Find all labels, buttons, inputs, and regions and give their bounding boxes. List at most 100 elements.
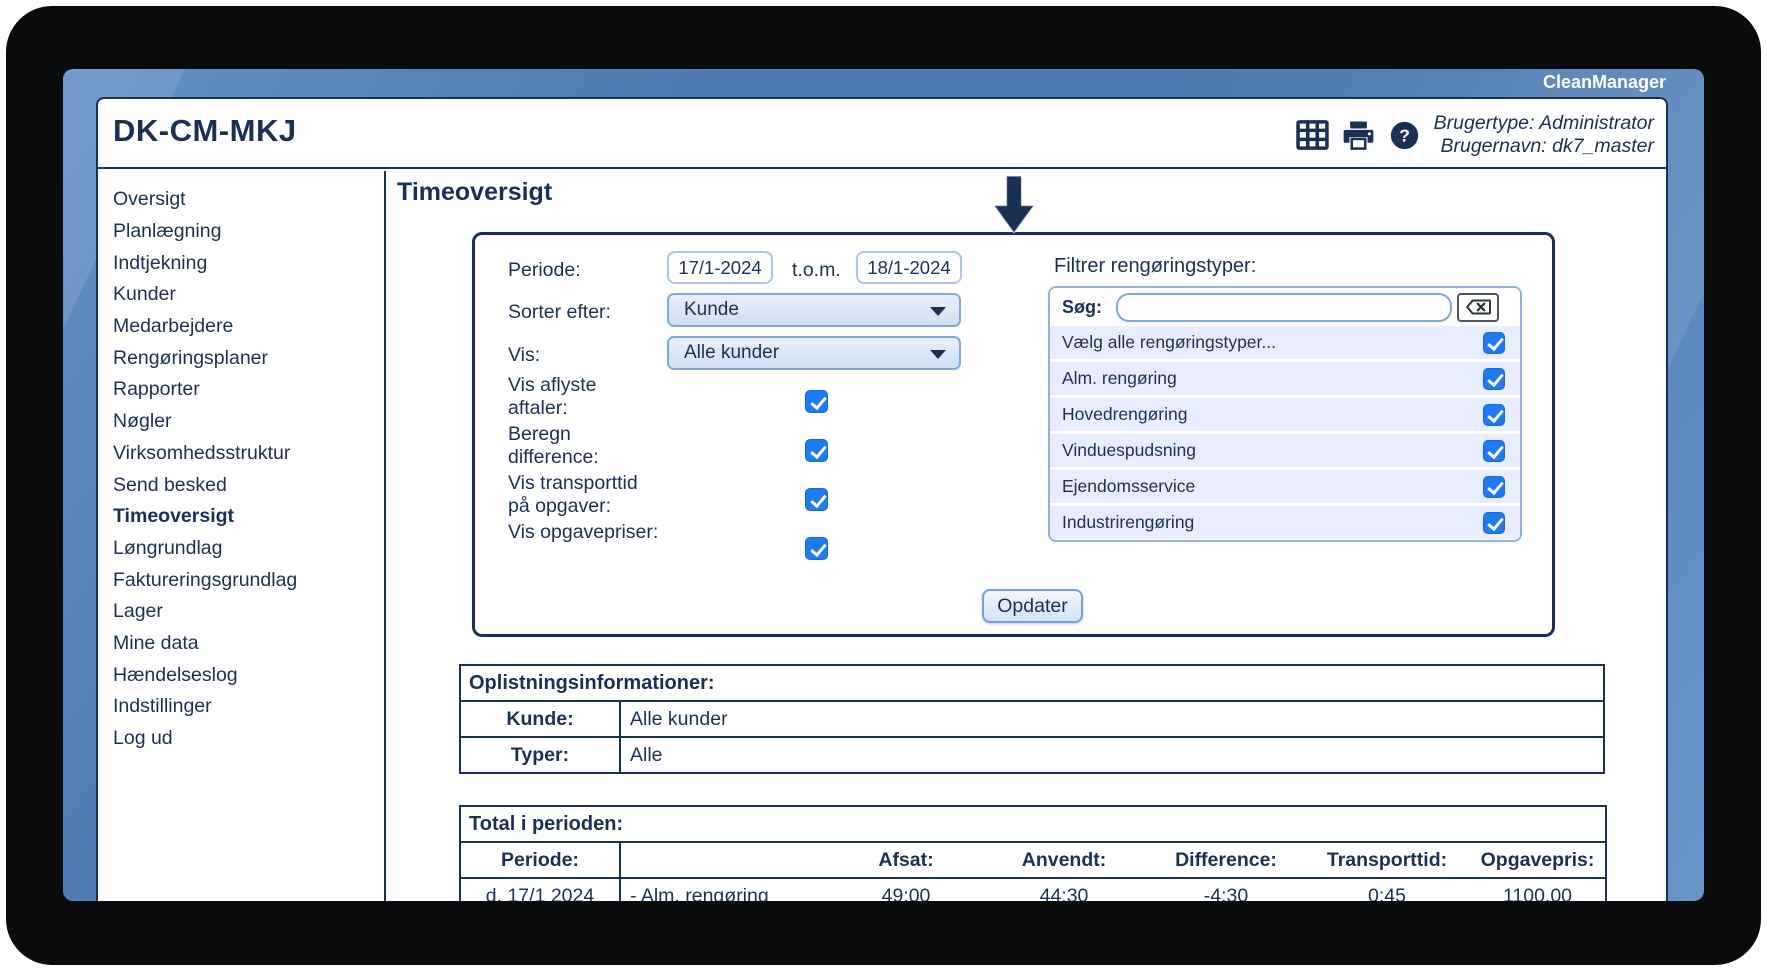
window-body: Oversigt Planlægning Indtjekning Kunder … (98, 171, 1666, 901)
brand-label: CleanManager (1542, 72, 1666, 92)
checkbox-calc-difference[interactable] (805, 439, 828, 462)
print-icon[interactable] (1342, 120, 1375, 151)
show-select[interactable]: Alle kunder (667, 336, 961, 370)
cell-afsat: 49:00 (832, 877, 980, 901)
sort-label: Sorter efter: (508, 301, 611, 323)
cleaning-types-box: Søg: Vælg alle rengøringstyper... Alm. r… (1048, 286, 1522, 542)
sidebar-item-loengrundlag[interactable]: Løngrundlag (113, 533, 384, 565)
sidebar-item-oversigt[interactable]: Oversigt (113, 184, 384, 216)
option-label-cancelled: Vis aflyste aftaler: (508, 374, 597, 419)
info-row-value: Alle kunder (620, 700, 1604, 737)
period-label: Periode: (508, 259, 581, 281)
sort-select[interactable]: Kunde (667, 293, 961, 327)
sidebar-item-lager[interactable]: Lager (113, 596, 384, 628)
column-header: Opgavepris: (1470, 841, 1607, 878)
checkbox-task-prices[interactable] (805, 537, 828, 560)
show-select-value: Alle kunder (684, 342, 780, 363)
list-item-alm-rengoering[interactable]: Alm. rengøring (1050, 362, 1520, 395)
period-to-input[interactable] (856, 251, 962, 284)
sidebar-item-log-ud[interactable]: Log ud (113, 723, 384, 755)
sidebar-item-virksomhedsstruktur[interactable]: Virksomhedsstruktur (113, 438, 384, 470)
app-window: DK-CM-MKJ ? Brugertype: Administrator Br… (96, 97, 1668, 901)
update-button[interactable]: Opdater (982, 589, 1083, 623)
header-toolbar: ? Brugertype: Administrator Brugernavn: … (1295, 105, 1654, 165)
column-header: Anvendt: (980, 841, 1148, 878)
checkbox-ejendomsservice[interactable] (1483, 475, 1505, 498)
sidebar-item-planlaegning[interactable]: Planlægning (113, 216, 384, 248)
totals-table-title: Total i perioden: (469, 812, 624, 835)
search-input[interactable] (1116, 292, 1452, 322)
option-label-task-prices: Vis opgavepriser: (508, 521, 659, 543)
sidebar-item-timeoversigt[interactable]: Timeoversigt (113, 501, 384, 533)
checkbox-industrirengoering[interactable] (1483, 511, 1505, 534)
list-item-label: Hovedrengøring (1062, 404, 1188, 424)
sidebar-item-haendelseslog[interactable]: Hændelseslog (113, 659, 384, 691)
help-icon[interactable]: ? (1388, 120, 1421, 151)
table-row: Kunde: Alle kunder (460, 700, 1604, 737)
user-type: Brugertype: Administrator (1433, 112, 1654, 134)
cell-anvendt: 44:30 (980, 877, 1148, 901)
table-row: Typer: Alle (460, 736, 1604, 773)
sidebar: Oversigt Planlægning Indtjekning Kunder … (98, 171, 386, 901)
checkbox-alm-rengoering[interactable] (1483, 367, 1505, 390)
list-item-select-all[interactable]: Vælg alle rengøringstyper... (1050, 326, 1520, 359)
list-item-industrirengoering[interactable]: Industrirengøring (1050, 506, 1520, 539)
table-row: d. 17/1 2024 - Alm. rengøring 49:00 44:3… (460, 877, 1607, 901)
page-title: Timeoversigt (397, 178, 553, 206)
cell-period: d. 17/1 2024 (460, 877, 621, 901)
column-header: Difference: (1148, 841, 1304, 878)
sidebar-item-mine-data[interactable]: Mine data (113, 628, 384, 660)
search-label: Søg: (1062, 296, 1102, 317)
list-item-label: Ejendomsservice (1062, 476, 1196, 496)
checkbox-select-all[interactable] (1483, 331, 1505, 354)
sidebar-item-faktureringsgrundlag[interactable]: Faktureringsgrundlag (113, 564, 384, 596)
list-item-label: Vinduespudsning (1062, 440, 1196, 460)
cell-transporttid: 0:45 (1304, 877, 1470, 901)
cleaning-types-search-row: Søg: (1050, 288, 1520, 326)
column-header: Periode: (460, 841, 621, 878)
period-from-input[interactable] (667, 251, 773, 284)
totals-header-row: Periode: Afsat: Anvendt: Difference: Tra… (460, 841, 1607, 878)
checkbox-vinduespudsning[interactable] (1483, 439, 1505, 462)
cell-type: - Alm. rengøring (620, 877, 832, 901)
sidebar-item-noegler[interactable]: Nøgler (113, 406, 384, 438)
list-item-ejendomsservice[interactable]: Ejendomsservice (1050, 470, 1520, 503)
sidebar-item-kunder[interactable]: Kunder (113, 279, 384, 311)
list-item-label: Alm. rengøring (1062, 368, 1177, 388)
cell-difference: -4:30 (1148, 877, 1304, 901)
sidebar-item-medarbejdere[interactable]: Medarbejdere (113, 311, 384, 343)
option-label-transport: Vis transporttid på opgaver: (508, 472, 638, 517)
device-bezel: CleanManager DK-CM-MKJ ? Brugertype: Adm… (6, 6, 1761, 965)
totals-table: Total i perioden: Periode: Afsat: Anvend… (459, 805, 1608, 901)
sidebar-item-indstillinger[interactable]: Indstillinger (113, 691, 384, 723)
sidebar-item-send-besked[interactable]: Send besked (113, 469, 384, 501)
sidebar-item-rapporter[interactable]: Rapporter (113, 374, 384, 406)
sidebar-item-rengoeringsplaner[interactable]: Rengøringsplaner (113, 342, 384, 374)
cleaning-types-list: Vælg alle rengøringstyper... Alm. rengør… (1050, 326, 1520, 539)
list-item-vinduespudsning[interactable]: Vinduespudsning (1050, 434, 1520, 467)
info-row-label: Kunde: (460, 700, 621, 737)
info-table-title: Oplistningsinformationer: (469, 671, 715, 694)
sidebar-item-indtjekning[interactable]: Indtjekning (113, 247, 384, 279)
column-header (620, 841, 832, 878)
column-header: Transporttid: (1304, 841, 1470, 878)
show-label: Vis: (508, 344, 541, 366)
svg-text:?: ? (1399, 125, 1410, 145)
checkbox-cancelled-appointments[interactable] (805, 390, 828, 413)
filter-panel: Periode: t.o.m. Sorter efter: Kunde Vis:… (472, 232, 1555, 637)
list-item-label: Vælg alle rengøringstyper... (1062, 332, 1276, 352)
option-label-difference: Beregn difference: (508, 423, 599, 468)
backspace-icon[interactable] (1457, 292, 1499, 322)
cell-opgavepris: 1100,00 (1470, 877, 1607, 901)
app-title: DK-CM-MKJ (113, 113, 297, 148)
table-icon[interactable] (1295, 120, 1329, 151)
info-row-value: Alle (620, 736, 1604, 773)
info-row-label: Typer: (460, 736, 621, 773)
checkbox-hovedrengoering[interactable] (1483, 403, 1505, 426)
list-item-hovedrengoering[interactable]: Hovedrengøring (1050, 398, 1520, 431)
checkbox-transport-time[interactable] (805, 488, 828, 511)
column-header: Afsat: (832, 841, 980, 878)
user-name: Brugernavn: dk7_master (1440, 135, 1654, 157)
cleaning-types-heading: Filtrer rengøringstyper: (1054, 255, 1257, 277)
main-content: Timeoversigt Periode: t.o.m. Sorter efte… (388, 171, 1666, 901)
